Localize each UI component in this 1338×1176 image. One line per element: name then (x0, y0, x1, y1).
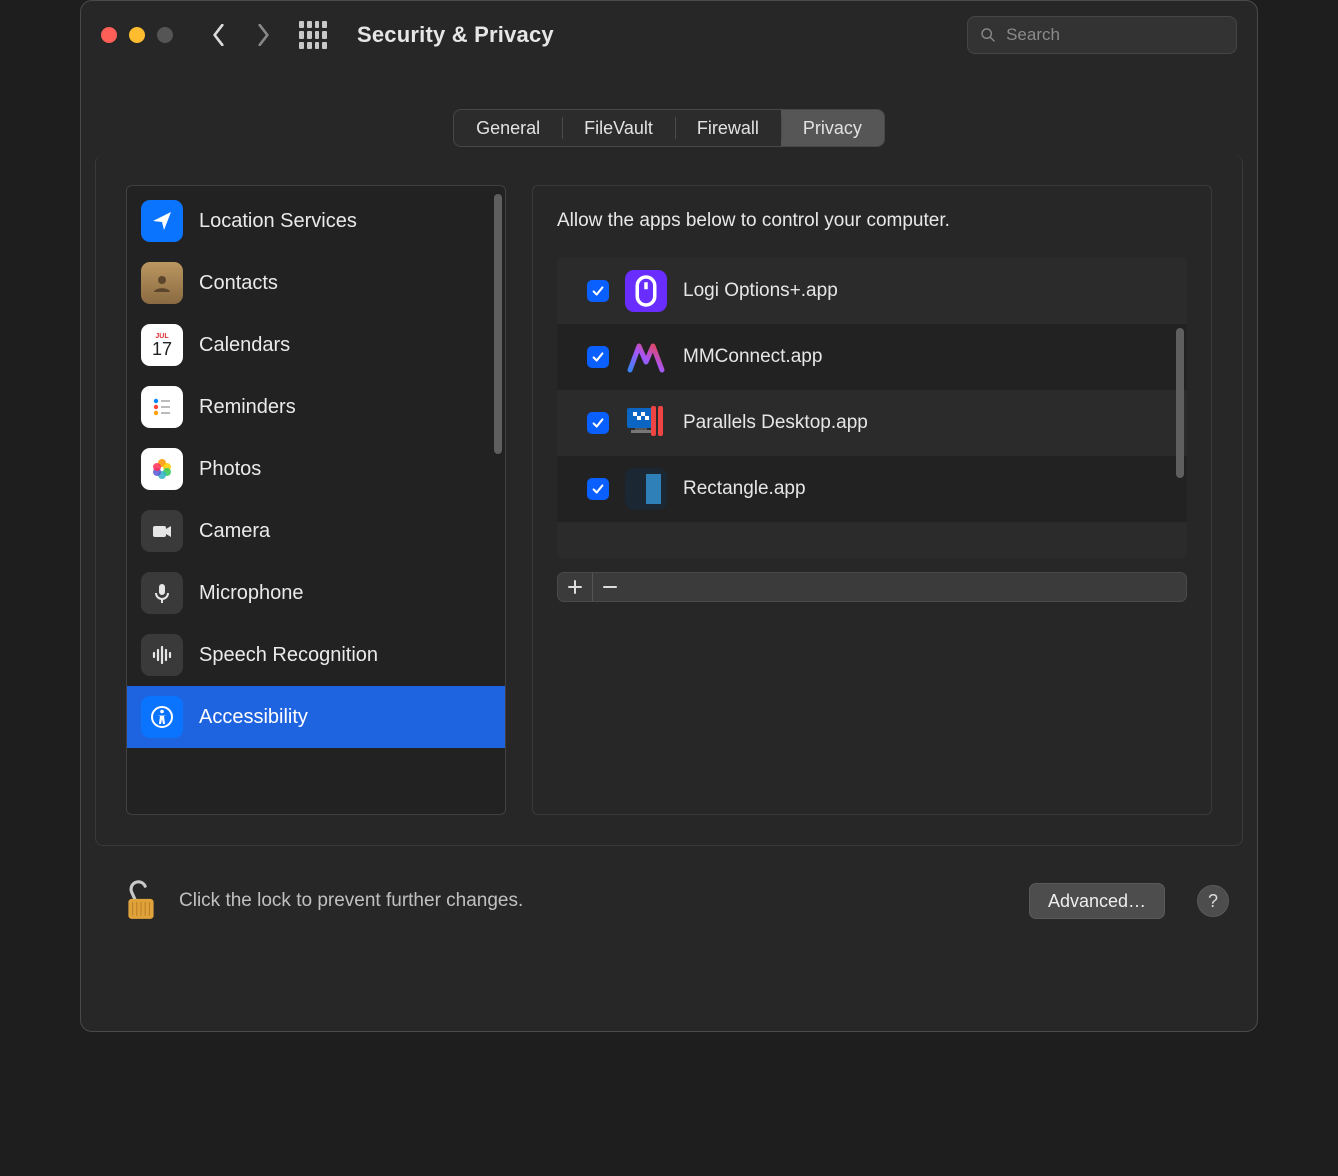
sidebar-item-reminders[interactable]: Reminders (127, 376, 505, 438)
app-row-rectangle[interactable]: Rectangle.app (557, 456, 1187, 522)
forward-button[interactable] (245, 17, 281, 53)
mmconnect-icon (625, 336, 667, 378)
lock-icon[interactable] (123, 880, 159, 922)
tab-firewall[interactable]: Firewall (675, 110, 781, 146)
sidebar-item-label: Camera (199, 520, 270, 543)
app-row-parallels-desktop[interactable]: Parallels Desktop.app (557, 390, 1187, 456)
app-label: Rectangle.app (683, 478, 806, 500)
sidebar-item-label: Accessibility (199, 706, 308, 729)
app-row-overflow[interactable] (557, 522, 1187, 558)
back-button[interactable] (201, 17, 237, 53)
sidebar-item-accessibility[interactable]: Accessibility (127, 686, 505, 748)
parallels-icon (625, 402, 667, 444)
app-checkbox[interactable] (587, 412, 609, 434)
sidebar-item-label: Reminders (199, 396, 296, 419)
close-button[interactable] (101, 27, 117, 43)
contacts-icon (141, 262, 183, 304)
category-sidebar[interactable]: Location Services Contacts JUL 17 Calend… (126, 185, 506, 815)
apps-list[interactable]: Logi Options+.app MMConnect.app (557, 258, 1187, 558)
microphone-icon (141, 572, 183, 614)
sidebar-scrollbar[interactable] (494, 194, 502, 454)
logi-options-icon (625, 270, 667, 312)
tab-privacy[interactable]: Privacy (781, 110, 884, 146)
app-row-mmconnect[interactable]: MMConnect.app (557, 324, 1187, 390)
search-icon (980, 26, 996, 44)
tab-filevault[interactable]: FileVault (562, 110, 675, 146)
minus-icon (603, 580, 617, 594)
sidebar-item-photos[interactable]: Photos (127, 438, 505, 500)
waveform-icon (141, 634, 183, 676)
detail-description: Allow the apps below to control your com… (557, 210, 1187, 232)
window-controls (101, 27, 173, 43)
app-checkbox[interactable] (587, 346, 609, 368)
accessibility-icon (141, 696, 183, 738)
app-label: Parallels Desktop.app (683, 412, 868, 434)
app-label: Logi Options+.app (683, 280, 838, 302)
camera-icon (141, 510, 183, 552)
sidebar-item-label: Location Services (199, 210, 357, 233)
sidebar-item-camera[interactable]: Camera (127, 500, 505, 562)
sidebar-item-label: Contacts (199, 272, 278, 295)
sidebar-item-calendars[interactable]: JUL 17 Calendars (127, 314, 505, 376)
window-title: Security & Privacy (357, 22, 554, 48)
app-checkbox[interactable] (587, 478, 609, 500)
reminders-icon (141, 386, 183, 428)
tab-bar: General FileVault Firewall Privacy (453, 109, 885, 147)
footer: Click the lock to prevent further change… (81, 846, 1257, 944)
tabs-row: General FileVault Firewall Privacy (81, 69, 1257, 147)
preferences-window: Security & Privacy General FileVault Fir… (80, 0, 1258, 1032)
overflow-app-icon (625, 530, 667, 550)
app-row-logi-options[interactable]: Logi Options+.app (557, 258, 1187, 324)
sidebar-item-label: Calendars (199, 334, 290, 357)
zoom-button[interactable] (157, 27, 173, 43)
rectangle-icon (625, 468, 667, 510)
minimize-button[interactable] (129, 27, 145, 43)
sidebar-item-label: Microphone (199, 582, 304, 605)
sidebar-item-speech-recognition[interactable]: Speech Recognition (127, 624, 505, 686)
tab-general[interactable]: General (454, 110, 562, 146)
location-arrow-icon (141, 200, 183, 242)
add-button[interactable] (558, 573, 592, 601)
sidebar-item-contacts[interactable]: Contacts (127, 252, 505, 314)
help-button[interactable]: ? (1197, 885, 1229, 917)
search-input[interactable] (1006, 25, 1224, 45)
remove-button[interactable] (592, 573, 626, 601)
lock-message: Click the lock to prevent further change… (179, 890, 1009, 912)
content-frame: Location Services Contacts JUL 17 Calend… (95, 155, 1243, 846)
add-remove-control (557, 572, 1187, 602)
sidebar-item-location-services[interactable]: Location Services (127, 190, 505, 252)
advanced-button[interactable]: Advanced… (1029, 883, 1165, 919)
calendar-icon: JUL 17 (141, 324, 183, 366)
plus-icon (568, 580, 582, 594)
titlebar: Security & Privacy (81, 1, 1257, 69)
sidebar-item-label: Photos (199, 458, 261, 481)
apps-scrollbar[interactable] (1176, 328, 1184, 478)
app-label: MMConnect.app (683, 346, 822, 368)
photos-icon (141, 448, 183, 490)
sidebar-item-microphone[interactable]: Microphone (127, 562, 505, 624)
show-all-button[interactable] (299, 21, 327, 49)
search-field[interactable] (967, 16, 1237, 54)
detail-pane: Allow the apps below to control your com… (532, 185, 1212, 815)
app-checkbox[interactable] (587, 280, 609, 302)
sidebar-item-label: Speech Recognition (199, 644, 378, 667)
